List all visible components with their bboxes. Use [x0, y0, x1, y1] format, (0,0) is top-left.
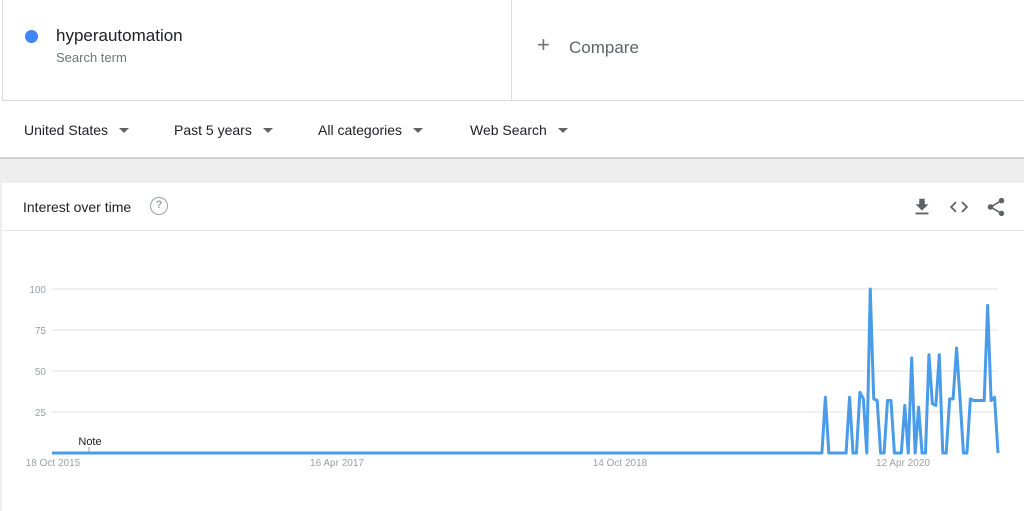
search-header: hyperautomation Search term + Compare: [0, 0, 1024, 102]
x-axis-ticks: 18 Oct 2015 16 Apr 2017 14 Oct 2018 12 Apr …: [26, 458, 931, 469]
compare-button[interactable]: + Compare: [512, 0, 1024, 101]
filter-region[interactable]: United States: [24, 122, 130, 138]
search-term-name[interactable]: hyperautomation: [56, 26, 183, 46]
y-axis-ticks: 100 75 50 25: [29, 285, 46, 419]
interest-over-time-card: Interest over time ? 100 75 50 25 18 Oct 20…: [2, 183, 1024, 511]
y-tick-label: 75: [35, 326, 47, 337]
interest-chart: 100 75 50 25 18 Oct 2015 16 Apr 2017 14 Oct 2…: [26, 285, 1000, 469]
filter-category[interactable]: All categories: [318, 122, 424, 138]
filter-category-label: All categories: [318, 122, 403, 138]
x-tick-label: 12 Apr 2020: [876, 458, 930, 469]
download-icon[interactable]: [911, 196, 933, 218]
x-tick-label: 14 Oct 2018: [593, 458, 648, 469]
x-tick-label: 18 Oct 2015: [26, 458, 81, 469]
share-icon[interactable]: [985, 196, 1007, 218]
search-term-subtitle: Search term: [56, 50, 127, 65]
chart-note[interactable]: Note: [78, 436, 102, 453]
caret-down-icon: [262, 128, 273, 133]
card-header: Interest over time ?: [2, 183, 1024, 231]
embed-code-icon[interactable]: [948, 196, 970, 218]
caret-down-icon: [119, 128, 130, 133]
filter-search-type-label: Web Search: [470, 122, 547, 138]
x-tick-label: 16 Apr 2017: [310, 458, 364, 469]
help-icon[interactable]: ?: [150, 197, 168, 215]
filter-bar: United States Past 5 years All categorie…: [0, 102, 1024, 159]
filter-search-type[interactable]: Web Search: [470, 122, 568, 138]
plus-icon: +: [537, 32, 550, 57]
series-color-dot: [25, 30, 38, 43]
caret-down-icon: [557, 128, 568, 133]
y-tick-label: 50: [35, 367, 47, 378]
filter-time-range-label: Past 5 years: [174, 122, 252, 138]
y-tick-label: 100: [29, 285, 46, 296]
filter-region-label: United States: [24, 122, 109, 138]
card-title: Interest over time: [23, 199, 132, 215]
y-tick-label: 25: [35, 408, 47, 419]
compare-label: Compare: [569, 38, 639, 57]
search-term-card[interactable]: hyperautomation Search term: [2, 0, 512, 101]
note-label[interactable]: Note: [78, 436, 101, 448]
chart-grid: [52, 288, 998, 413]
caret-down-icon: [413, 128, 424, 133]
filter-time-range[interactable]: Past 5 years: [174, 122, 273, 138]
